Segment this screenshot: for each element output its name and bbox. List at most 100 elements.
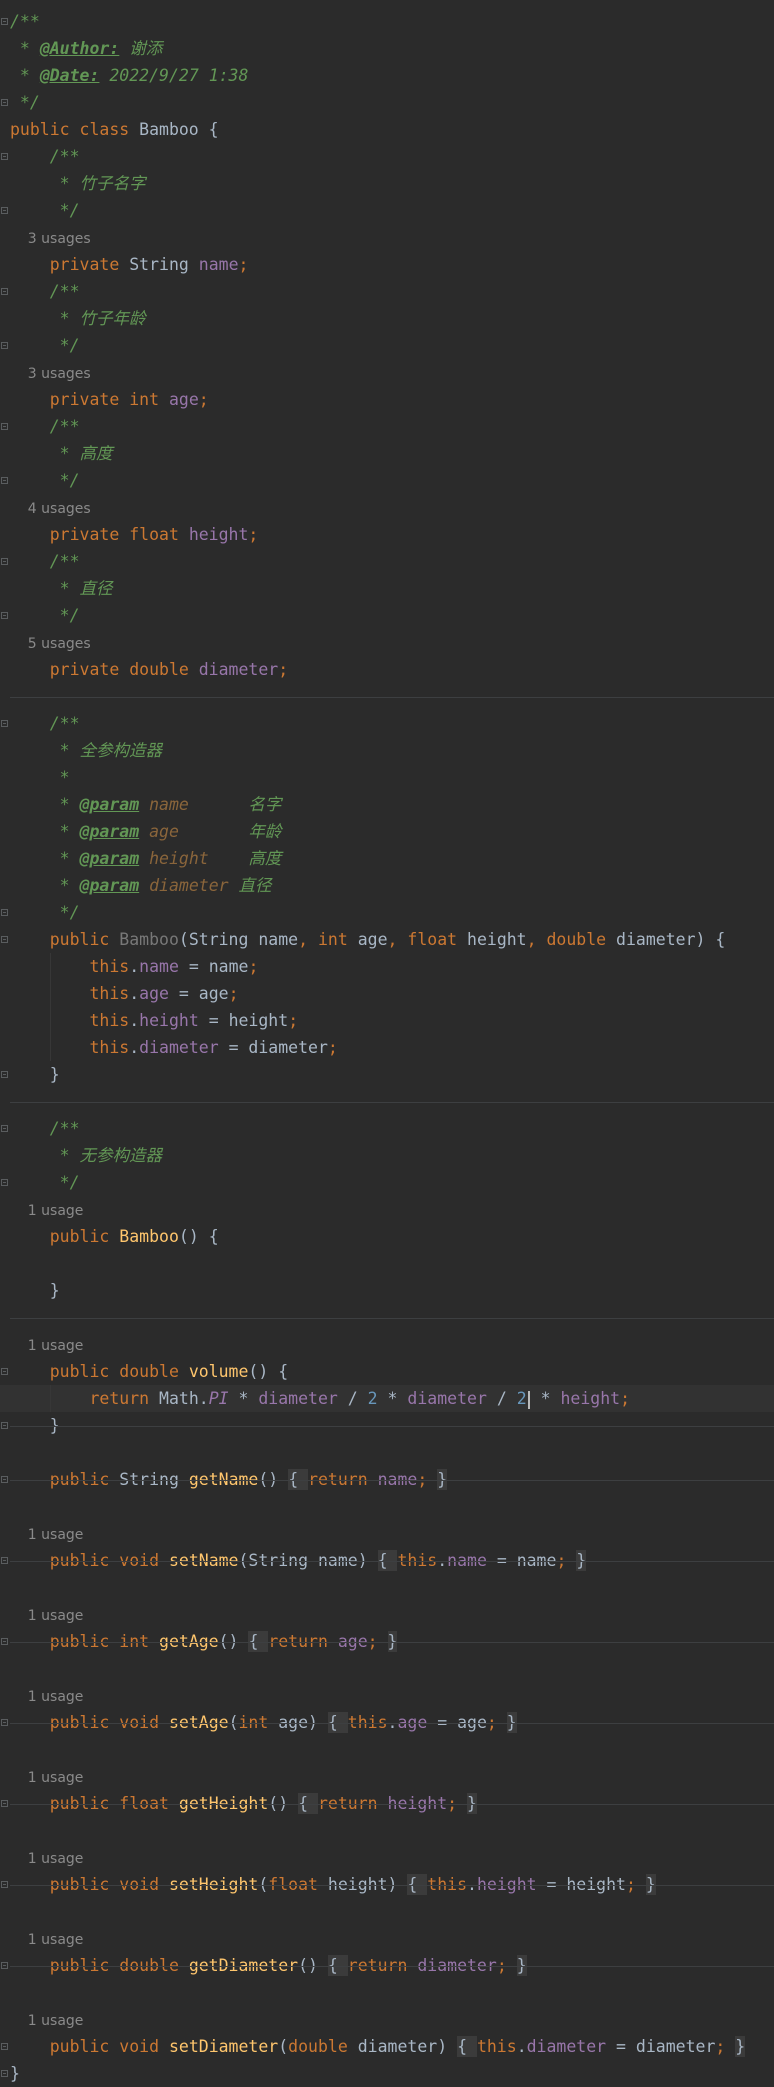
fold-icon[interactable]: [1, 1800, 8, 1807]
code-line[interactable]: private float height;: [0, 521, 774, 548]
code-line[interactable]: public double volume() {: [0, 1358, 774, 1385]
code-line[interactable]: * @param name 名字: [0, 791, 774, 818]
code-line[interactable]: 1 usage: [0, 1682, 774, 1709]
fold-icon[interactable]: [1, 612, 8, 619]
fold-icon[interactable]: [1, 1476, 8, 1483]
code-line[interactable]: [0, 1439, 774, 1466]
usage-hint[interactable]: 3 usages: [10, 231, 91, 247]
fold-icon[interactable]: [1, 1368, 8, 1375]
fold-icon[interactable]: [1, 1125, 8, 1132]
code-line[interactable]: * 竹子名字: [0, 170, 774, 197]
fold-icon[interactable]: [1, 423, 8, 430]
code-line[interactable]: [0, 1898, 774, 1925]
code-line[interactable]: this.name = name;: [0, 953, 774, 980]
fold-icon[interactable]: [1, 477, 8, 484]
code-line[interactable]: /**: [0, 548, 774, 575]
code-line[interactable]: 1 usage: [0, 1520, 774, 1547]
code-line[interactable]: * 全参构造器: [0, 737, 774, 764]
code-editor[interactable]: /** * @Author: 谢添 * @Date: 2022/9/27 1:3…: [0, 0, 774, 2084]
code-line[interactable]: /**: [0, 143, 774, 170]
code-line[interactable]: [0, 1979, 774, 2006]
fold-icon[interactable]: [1, 1071, 8, 1078]
code-line[interactable]: * @Author: 谢添: [0, 35, 774, 62]
usage-hint[interactable]: 1 usage: [10, 1851, 84, 1867]
usage-hint[interactable]: 4 usages: [10, 501, 91, 517]
code-line[interactable]: */: [0, 197, 774, 224]
code-line[interactable]: 1 usage: [0, 1601, 774, 1628]
code-token[interactable]: {: [457, 2036, 477, 2057]
fold-icon[interactable]: [1, 720, 8, 727]
code-token[interactable]: }: [735, 2036, 746, 2057]
fold-icon[interactable]: [1, 1557, 8, 1564]
code-line[interactable]: public Bamboo(String name, int age, floa…: [0, 926, 774, 953]
code-line[interactable]: private double diameter;: [0, 656, 774, 683]
fold-icon[interactable]: [1, 18, 8, 25]
fold-icon[interactable]: [1, 1719, 8, 1726]
code-line[interactable]: 3 usages: [0, 359, 774, 386]
usage-hint[interactable]: 1 usage: [10, 2013, 84, 2029]
fold-icon[interactable]: [1, 558, 8, 565]
code-line[interactable]: [0, 1574, 774, 1601]
code-line[interactable]: * 直径: [0, 575, 774, 602]
code-line[interactable]: 5 usages: [0, 629, 774, 656]
code-line[interactable]: private int age;: [0, 386, 774, 413]
code-line[interactable]: * @param age 年龄: [0, 818, 774, 845]
fold-icon[interactable]: [1, 342, 8, 349]
code-line[interactable]: /**: [0, 278, 774, 305]
usage-hint[interactable]: 1 usage: [10, 1608, 84, 1624]
fold-icon[interactable]: [1, 1179, 8, 1186]
usage-hint[interactable]: 1 usage: [10, 1203, 84, 1219]
fold-icon[interactable]: [1, 2043, 8, 2050]
code-line[interactable]: 1 usage: [0, 1763, 774, 1790]
usage-hint[interactable]: 3 usages: [10, 366, 91, 382]
fold-icon[interactable]: [1, 207, 8, 214]
code-line[interactable]: public Bamboo() {: [0, 1223, 774, 1250]
code-line[interactable]: */: [0, 602, 774, 629]
code-line[interactable]: }: [0, 2060, 774, 2087]
code-line[interactable]: return Math.PI * diameter / 2 * diameter…: [0, 1385, 774, 1412]
code-line[interactable]: /**: [0, 8, 774, 35]
code-line[interactable]: this.height = height;: [0, 1007, 774, 1034]
code-line[interactable]: /**: [0, 710, 774, 737]
code-line[interactable]: 1 usage: [0, 1331, 774, 1358]
usage-hint[interactable]: 1 usage: [10, 1932, 84, 1948]
code-line[interactable]: this.age = age;: [0, 980, 774, 1007]
code-line[interactable]: public class Bamboo {: [0, 116, 774, 143]
code-line[interactable]: * @param height 高度: [0, 845, 774, 872]
code-line[interactable]: public void setDiameter(double diameter)…: [0, 2033, 774, 2060]
code-line[interactable]: [0, 1736, 774, 1763]
code-line[interactable]: */: [0, 467, 774, 494]
fold-icon[interactable]: [1, 1422, 8, 1429]
code-line[interactable]: [0, 1493, 774, 1520]
usage-hint[interactable]: 1 usage: [10, 1770, 84, 1786]
fold-icon[interactable]: [1, 1638, 8, 1645]
fold-icon[interactable]: [1, 1881, 8, 1888]
code-line[interactable]: 4 usages: [0, 494, 774, 521]
code-line[interactable]: this.diameter = diameter;: [0, 1034, 774, 1061]
code-line[interactable]: * 无参构造器: [0, 1142, 774, 1169]
fold-icon[interactable]: [1, 1962, 8, 1969]
fold-icon[interactable]: [1, 288, 8, 295]
code-line[interactable]: */: [0, 1169, 774, 1196]
fold-icon[interactable]: [1, 99, 8, 106]
usage-hint[interactable]: 1 usage: [10, 1689, 84, 1705]
code-line[interactable]: [0, 1655, 774, 1682]
usage-hint[interactable]: 5 usages: [10, 636, 91, 652]
code-line[interactable]: */: [0, 89, 774, 116]
code-line[interactable]: */: [0, 332, 774, 359]
fold-icon[interactable]: [1, 936, 8, 943]
code-line[interactable]: 3 usages: [0, 224, 774, 251]
fold-icon[interactable]: [1, 153, 8, 160]
code-line[interactable]: }: [0, 1061, 774, 1088]
code-line[interactable]: private String name;: [0, 251, 774, 278]
code-line[interactable]: * 高度: [0, 440, 774, 467]
fold-icon[interactable]: [1, 909, 8, 916]
code-line[interactable]: }: [0, 1277, 774, 1304]
code-line[interactable]: 1 usage: [0, 2006, 774, 2033]
code-line[interactable]: /**: [0, 413, 774, 440]
code-line[interactable]: /**: [0, 1115, 774, 1142]
code-line[interactable]: */: [0, 899, 774, 926]
code-line[interactable]: * 竹子年龄: [0, 305, 774, 332]
code-line[interactable]: [0, 1250, 774, 1277]
code-line[interactable]: [0, 1817, 774, 1844]
